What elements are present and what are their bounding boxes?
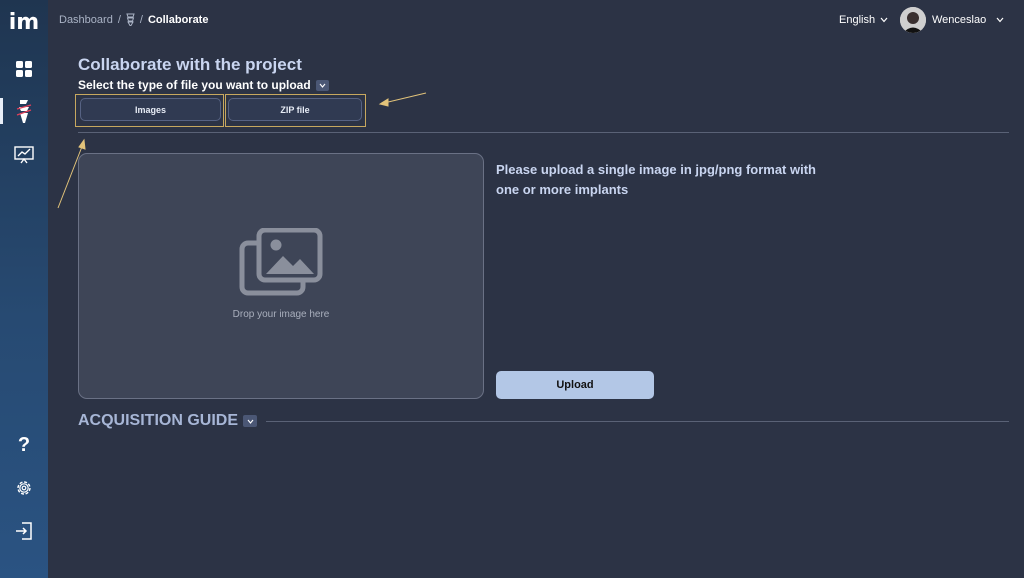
images-icon — [239, 228, 323, 296]
image-dropzone[interactable]: Drop your image here — [78, 153, 484, 399]
chevron-down-icon — [247, 419, 253, 424]
acquisition-guide-title: ACQUISITION GUIDE — [78, 412, 239, 429]
upload-instructions: Please upload a single image in jpg/png … — [496, 162, 816, 197]
guide-toggle[interactable] — [243, 415, 258, 427]
upload-button[interactable]: Upload — [496, 371, 654, 399]
acquisition-guide-header[interactable]: ACQUISITION GUIDE — [78, 412, 258, 430]
dropzone-hint: Drop your image here — [232, 309, 330, 320]
guide-divider — [266, 421, 1009, 422]
section-divider — [78, 132, 1009, 133]
